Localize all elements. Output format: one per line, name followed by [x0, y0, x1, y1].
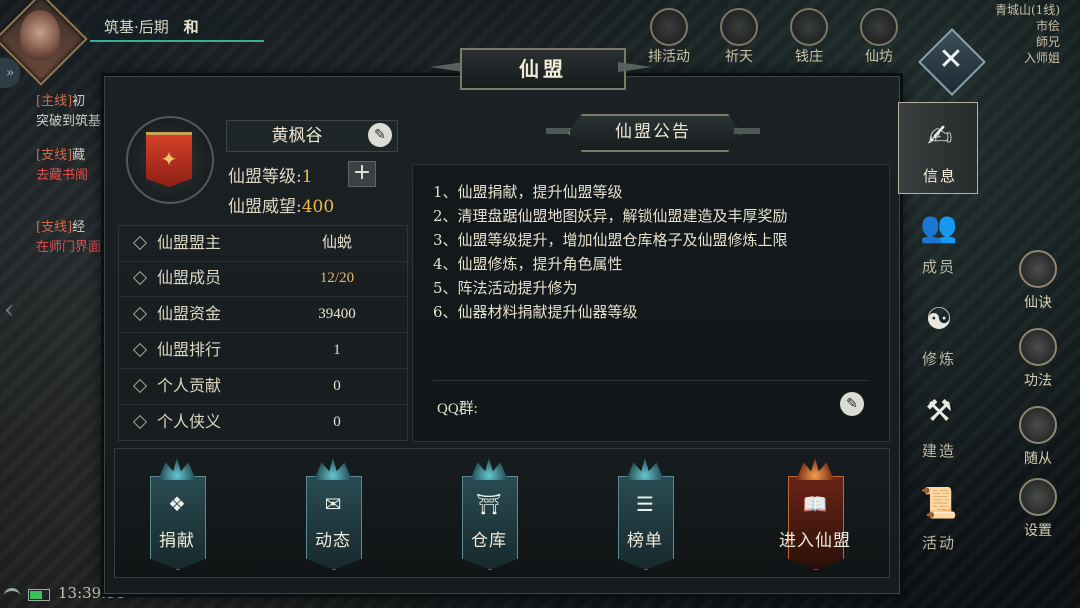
announcement-header: 仙盟公告 [546, 112, 760, 152]
quest-item[interactable]: [支线]经 [36, 218, 108, 238]
top-icon-pray[interactable]: 祈天 [710, 8, 768, 65]
guild-prestige: 仙盟威望:400 [228, 197, 335, 217]
follower-icon [1019, 406, 1057, 444]
wifi-icon [4, 588, 20, 603]
close-icon[interactable]: ✕ [933, 38, 969, 82]
quest-item[interactable]: [支线]藏 [36, 146, 108, 166]
technique-icon [1019, 328, 1057, 366]
news-button[interactable]: ✉ 动态 [300, 458, 366, 570]
pencil-icon: ✎ [374, 127, 386, 143]
guild-emblem: ✦ [126, 116, 214, 204]
gear-icon [1019, 478, 1057, 516]
info-row: 个人侠义 0 [119, 405, 407, 440]
edit-announcement-button[interactable]: ✎ [840, 392, 864, 416]
side-tabs: ✍ 信息 👥 成员 ☯ 修炼 ⚒ 建造 📜 活动 [898, 100, 980, 580]
warehouse-button[interactable]: ⛩ 仓库 [456, 458, 522, 570]
realm-text: 筑基·后期 [104, 18, 169, 36]
tab-build[interactable]: ⚒ 建造 [898, 378, 980, 468]
info-row: 仙盟盟主 仙蜕 [119, 226, 407, 262]
top-icon-bar: 排活动 祈天 钱庄 仙坊 [640, 8, 908, 65]
announcement-title: 仙盟公告 [615, 122, 691, 142]
info-row: 仙盟资金 39400 [119, 297, 407, 333]
activity-icon [650, 8, 688, 46]
panel-title-frame: 仙盟 [430, 48, 652, 90]
diamond-icon [132, 270, 148, 286]
level-up-button[interactable]: + [348, 161, 376, 187]
edit-name-button[interactable]: ✎ [368, 123, 392, 147]
diamond-icon [132, 414, 148, 430]
announcement-line: 1、仙盟捐献，提升仙盟等级 [433, 183, 623, 201]
warehouse-icon: ⛩ [476, 492, 502, 516]
panel-title: 仙盟 [460, 48, 626, 90]
donate-icon: ❖ [168, 492, 186, 516]
right-hud-skill[interactable]: 仙诀 [1008, 250, 1068, 312]
enter-guild-button[interactable]: 📖 进入仙盟 [779, 458, 850, 570]
shop-icon [860, 8, 898, 46]
quest-item-sub: 突破到筑基 [36, 114, 102, 129]
diamond-icon [132, 342, 148, 358]
realm-bar: 筑基·后期 和 [90, 14, 264, 42]
bank-icon [790, 8, 828, 46]
diamond-icon [132, 306, 148, 322]
guild-level: 仙盟等级:1 [228, 167, 313, 187]
top-icon-shop[interactable]: 仙坊 [850, 8, 908, 65]
minimap-labels[interactable]: 青城山(1线) 市侩 師兄 入师姐 [995, 2, 1060, 66]
tab-activity[interactable]: 📜 活动 [898, 470, 980, 560]
envelope-icon: ✉ [324, 492, 342, 516]
divider [433, 380, 869, 381]
announcement-line: 6、仙器材料捐献提升仙器等级 [433, 303, 638, 321]
peace-mode[interactable]: 和 [184, 18, 199, 36]
right-hud-technique[interactable]: 功法 [1008, 328, 1068, 390]
flame-icon: ✦ [160, 147, 178, 171]
tab-info[interactable]: ✍ 信息 [898, 102, 978, 194]
info-tab-icon: ✍ [927, 119, 953, 154]
player-avatar[interactable] [20, 10, 60, 60]
ranking-button[interactable]: ☰ 榜单 [612, 458, 678, 570]
hammer-icon: ⚒ [925, 394, 953, 429]
tab-members[interactable]: 👥 成员 [898, 194, 980, 284]
quest-item-sub: 去藏书阁 [36, 168, 89, 183]
quest-tracker[interactable]: [主线]初 突破到筑基 [支线]藏 去藏书阁 [支线]经 在师门界面 [0, 86, 108, 296]
qq-group-label: QQ群: [437, 401, 478, 417]
guild-flag-icon: ✦ [146, 132, 192, 187]
meditation-icon: ☯ [925, 302, 953, 337]
info-row: 仙盟排行 1 [119, 333, 407, 369]
right-hud-follower[interactable]: 随从 [1008, 406, 1068, 468]
quest-item[interactable]: [主线]初 [36, 92, 108, 112]
pencil-icon: ✎ [846, 396, 858, 412]
announcement-box: 1、仙盟捐献，提升仙盟等级 2、清理盘踞仙盟地图妖异，解锁仙盟建造及丰厚奖励 3… [412, 164, 890, 442]
battery-icon [28, 589, 50, 601]
plus-icon: + [352, 160, 372, 185]
guild-name: 黄枫谷 [271, 126, 323, 146]
guild-info-table: 仙盟盟主 仙蜕 仙盟成员 12/20 仙盟资金 39400 仙盟排行 1 个人贡献 0 个… [118, 225, 408, 441]
announcement-line: 4、仙盟修炼，提升角色属性 [433, 255, 623, 273]
diamond-icon [132, 378, 148, 394]
scroll-icon: 📜 [920, 486, 958, 521]
collapse-arrow-icon[interactable]: ‹ [4, 295, 14, 325]
quest-item-sub: 在师门界面 [36, 240, 102, 255]
right-hud-settings[interactable]: 设置 [1008, 478, 1068, 540]
pray-icon [720, 8, 758, 46]
announcement-line: 2、清理盘踞仙盟地图妖异，解锁仙盟建造及丰厚奖励 [433, 207, 788, 225]
donate-button[interactable]: ❖ 捐献 [144, 458, 210, 570]
members-icon: 👥 [920, 210, 958, 245]
skill-icon [1019, 250, 1057, 288]
announcement-line: 3、仙盟等级提升，增加仙盟仓库格子及仙盟修炼上限 [433, 231, 788, 249]
book-icon: 📖 [802, 492, 828, 516]
info-row: 个人贡献 0 [119, 369, 407, 405]
announcement-line: 5、阵法活动提升修为 [433, 279, 578, 297]
scroll-icon: ☰ [636, 492, 654, 516]
top-icon-bank[interactable]: 钱庄 [780, 8, 838, 65]
diamond-icon [132, 235, 148, 251]
tab-cultivate[interactable]: ☯ 修炼 [898, 286, 980, 376]
info-row: 仙盟成员 12/20 [119, 261, 407, 297]
